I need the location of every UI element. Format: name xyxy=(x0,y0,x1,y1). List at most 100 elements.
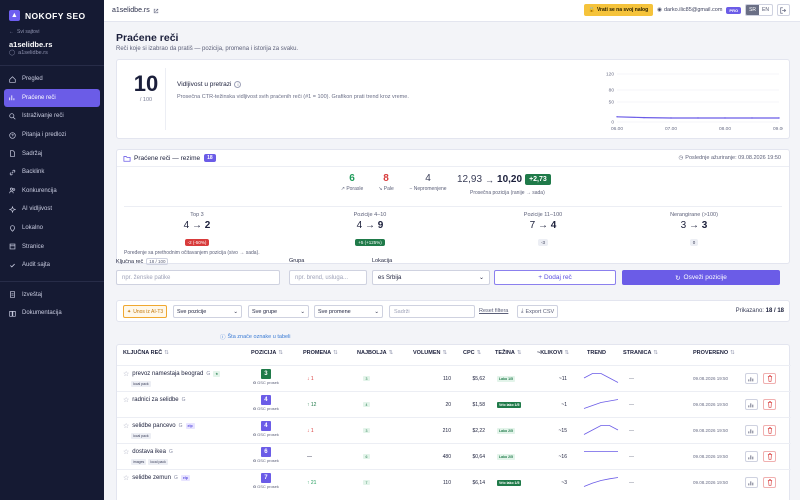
keyword-text[interactable]: prevoz namestaja beograd xyxy=(132,371,203,377)
delete-button[interactable] xyxy=(763,373,776,384)
best-cell: 3 xyxy=(363,428,370,433)
refresh-positions-button[interactable]: ↻ Osveži pozicije xyxy=(622,270,780,285)
user-menu[interactable]: ◉ darko.ilic85@gmail.com xyxy=(657,7,722,13)
sidebar-item-question[interactable]: Pitanja i predlozi xyxy=(4,126,100,145)
th-volume[interactable]: VOLUMEN ⇅ xyxy=(413,350,447,356)
bucket-values: 4 → 2 xyxy=(183,220,211,231)
sidebar-item-chart[interactable]: Praćene reči xyxy=(4,88,100,108)
add-keyword-button[interactable]: + Dodaj reč xyxy=(494,270,616,285)
google-icon[interactable]: G xyxy=(179,423,183,429)
keyword-text[interactable]: dostava ikea xyxy=(132,449,166,455)
sidebar-item-pages[interactable]: Stranice xyxy=(4,237,100,256)
group-input[interactable]: npr. brend, usluga... xyxy=(289,270,367,285)
topbar-site[interactable]: a1selidbe.rs xyxy=(112,7,159,14)
location-select[interactable]: es Srbija ⌄ xyxy=(372,270,490,285)
sidebar-item-document[interactable]: Sadržaj xyxy=(4,144,100,163)
info-icon[interactable]: i xyxy=(234,81,242,88)
lang-en[interactable]: EN xyxy=(759,5,772,15)
stat-rising: 6 ↗ Porasle xyxy=(339,174,365,193)
google-icon: G xyxy=(253,380,257,385)
star-icon[interactable]: ☆ xyxy=(123,474,129,482)
trend-line xyxy=(583,425,619,435)
brand[interactable]: ▲ NOKOFY SEO xyxy=(0,0,104,29)
sidebar-item-sparkle[interactable]: AI vidljivost xyxy=(4,200,100,219)
google-icon[interactable]: G xyxy=(169,449,173,455)
sidebar-item-home[interactable]: Pregled xyxy=(4,70,100,89)
th-page[interactable]: STRANICA ⇅ xyxy=(623,350,658,356)
table-row[interactable]: ☆ selidbe pancevo G elp local pack 4 G GS… xyxy=(117,417,791,443)
gsc-average: G GSC prosek xyxy=(253,432,279,437)
star-icon[interactable]: ☆ xyxy=(123,448,129,456)
sidebar-item-search[interactable]: Istraživanje reči xyxy=(4,107,100,126)
trend-sparkline xyxy=(583,425,619,435)
table-row[interactable]: ☆ dostava ikea G images local pack 6 G GSC… xyxy=(117,443,791,469)
cpc-value: $6,14 xyxy=(472,480,485,486)
google-icon[interactable]: G xyxy=(182,397,186,403)
keyword-text[interactable]: selidbe zemun xyxy=(132,475,171,481)
star-icon[interactable]: ☆ xyxy=(123,370,129,378)
keyword-text[interactable]: selidbe pancevo xyxy=(132,423,175,429)
th-clicks[interactable]: ~KLIKOVI ⇅ xyxy=(537,350,569,356)
filter-search-input[interactable]: Sadrži xyxy=(389,305,475,318)
history-button[interactable] xyxy=(745,373,758,384)
delete-button[interactable] xyxy=(763,425,776,436)
th-difficulty[interactable]: TEŽINA ⇅ xyxy=(495,350,521,356)
changes-filter[interactable]: Sve promene ⌄ xyxy=(314,305,383,318)
sidebar-item-book[interactable]: Dokumentacija xyxy=(4,304,100,323)
star-icon[interactable]: ☆ xyxy=(123,422,129,430)
th-keyword[interactable]: KLJUČNA REČ ⇅ xyxy=(123,350,169,356)
google-icon[interactable]: G xyxy=(174,475,178,481)
plus-icon: + xyxy=(538,274,542,281)
ai-filter-chip[interactable]: ✦ Unos iz AI-T3 xyxy=(123,305,168,318)
table-row[interactable]: ☆ prevoz namestaja beograd G ★ local pac… xyxy=(117,365,791,391)
export-csv-button[interactable]: ⤓ Export CSV xyxy=(517,305,559,318)
legend-link[interactable]: ⓘ Šta znače oznake u tabeli xyxy=(220,333,291,341)
difficulty-cell: Vrlo lako 1/5 xyxy=(497,480,522,486)
chart-y-tick: 0 xyxy=(611,120,614,126)
sidebar-item-pin[interactable]: Lokalno xyxy=(4,219,100,238)
trash-icon xyxy=(767,401,772,408)
table-row[interactable]: ☆ radnici za selidbe G 4 G GSC prosek ↑ 1… xyxy=(117,391,791,417)
history-button[interactable] xyxy=(745,399,758,410)
delete-button[interactable] xyxy=(763,399,776,410)
star-icon[interactable]: ☆ xyxy=(123,396,129,404)
keyword-tag: images xyxy=(131,459,147,465)
sidebar-item-link[interactable]: Backlink xyxy=(4,163,100,182)
divider xyxy=(0,280,104,282)
delete-button[interactable] xyxy=(763,477,776,488)
table-row[interactable]: ☆ selidbe zemun G elp 7 G GSC prosek ↑ 21… xyxy=(117,469,791,495)
history-button[interactable] xyxy=(745,425,758,436)
delete-button[interactable] xyxy=(763,451,776,462)
th-position[interactable]: POZICIJA ⇅ xyxy=(251,350,283,356)
lock-icon: 🔒 xyxy=(588,7,595,13)
google-icon[interactable]: G xyxy=(206,371,210,377)
return-account-button[interactable]: 🔒 Vrati se na svoj nalog xyxy=(583,4,654,16)
keyword-input[interactable]: npr. ženske patike xyxy=(116,270,280,285)
cpc-value: $1,58 xyxy=(472,402,485,408)
th-change[interactable]: PROMENA ⇅ xyxy=(303,350,338,356)
groups-filter[interactable]: Sve grupe ⌄ xyxy=(248,305,309,318)
positions-filter[interactable]: Sve pozicije ⌄ xyxy=(173,305,242,318)
lang-sr[interactable]: SR xyxy=(746,5,760,15)
sidebar-item-users[interactable]: Konkurencija xyxy=(4,182,100,201)
keyword-tag: local pack xyxy=(148,459,168,465)
th-checked[interactable]: PROVERENO ⇅ xyxy=(693,350,735,356)
keyword-text[interactable]: radnici za selidbe xyxy=(132,397,178,403)
sidebar-site-domain[interactable]: ◯ a1selidbe.rs xyxy=(0,50,104,65)
reset-filters-link[interactable]: Reset filtera xyxy=(479,308,508,314)
sidebar-item-audit[interactable]: Audit sajta xyxy=(4,256,100,275)
th-best[interactable]: NAJBOLJA ⇅ xyxy=(357,350,393,356)
logout-button[interactable] xyxy=(777,4,790,16)
refresh-icon: ↻ xyxy=(675,274,681,282)
column-header-label: VOLUMEN xyxy=(413,350,441,356)
th-cpc[interactable]: CPC ⇅ xyxy=(463,350,481,356)
sidebar-item-report[interactable]: Izveštaj xyxy=(4,286,100,305)
volume-value: 110 xyxy=(443,480,451,486)
bucket-0: Top 3 4 → 2 -2 (-50%) xyxy=(157,212,237,249)
history-button[interactable] xyxy=(745,477,758,488)
history-button[interactable] xyxy=(745,451,758,462)
chart-icon xyxy=(9,95,15,101)
page-value: — xyxy=(629,480,634,486)
th-trend[interactable]: TREND xyxy=(587,350,606,356)
volume-value: 210 xyxy=(442,428,451,434)
